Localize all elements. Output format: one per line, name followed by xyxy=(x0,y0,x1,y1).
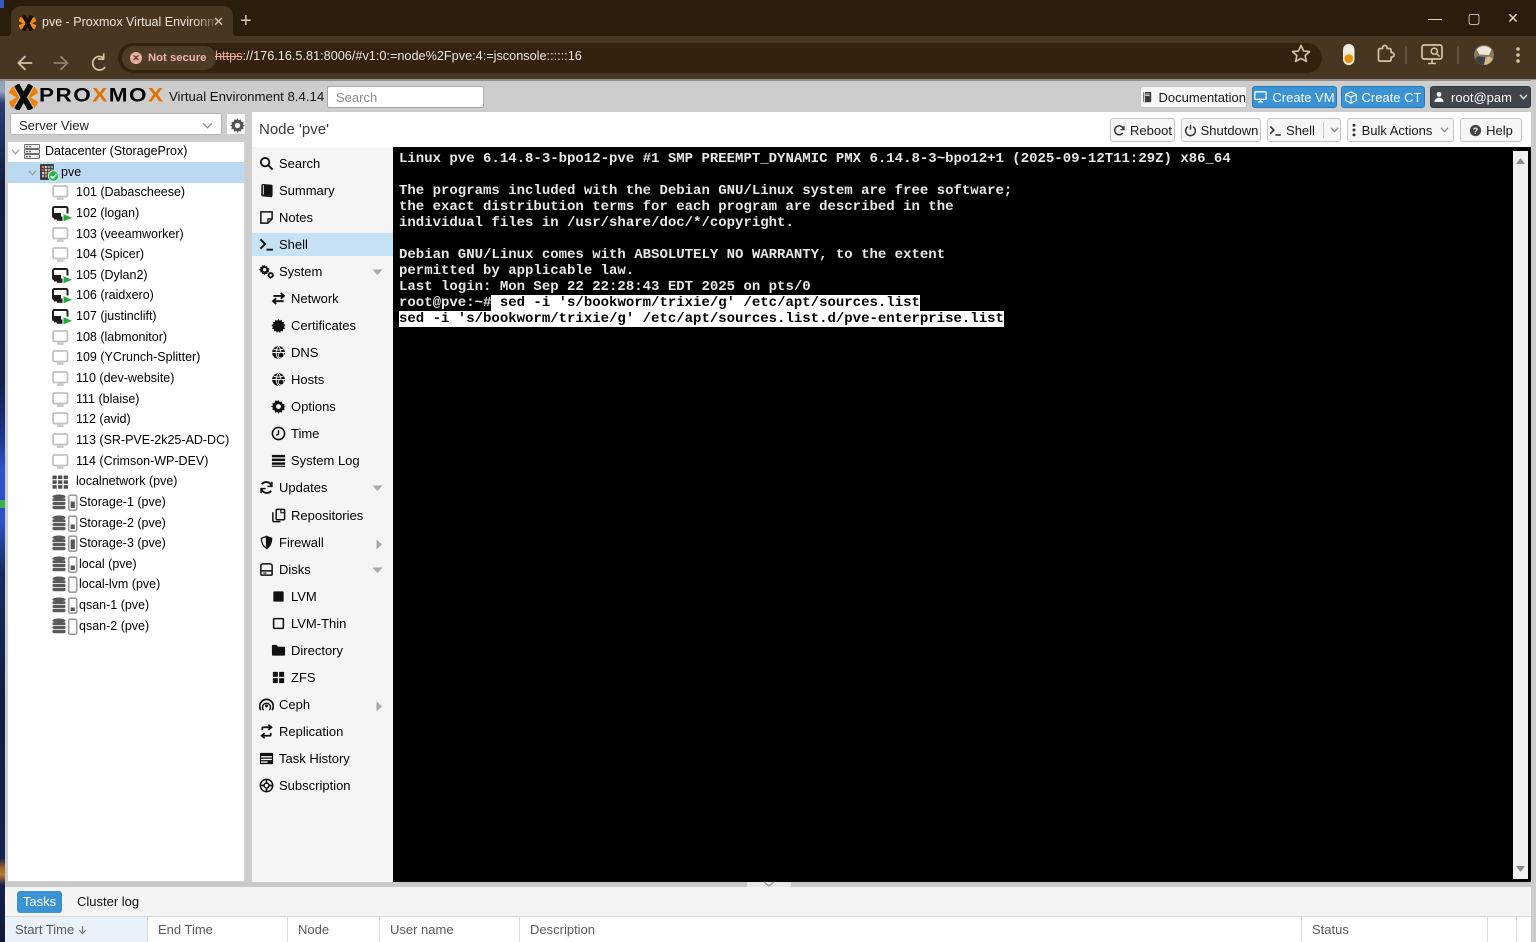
svg-text:?: ? xyxy=(1473,125,1478,135)
